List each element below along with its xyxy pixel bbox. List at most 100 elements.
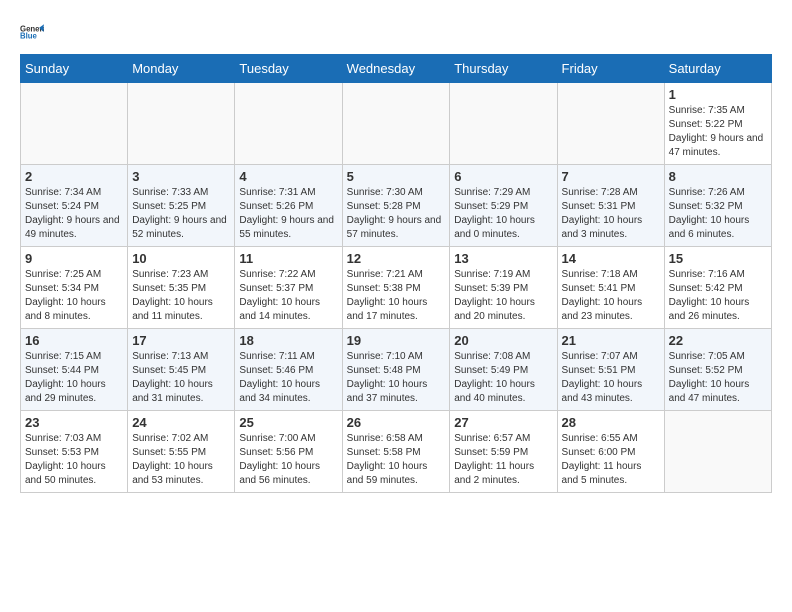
day-info: Sunrise: 7:23 AM Sunset: 5:35 PM Dayligh… [132, 268, 230, 324]
day-info: Sunrise: 7:08 AM Sunset: 5:49 PM Dayligh… [454, 350, 552, 406]
day-number: 18 [239, 333, 337, 348]
day-cell: 19 Sunrise: 7:10 AM Sunset: 5:48 PM Dayli… [342, 329, 450, 411]
day-info: Sunrise: 7:11 AM Sunset: 5:46 PM Dayligh… [239, 350, 337, 406]
day-cell: 16 Sunrise: 7:15 AM Sunset: 5:44 PM Dayli… [21, 329, 128, 411]
svg-text:Blue: Blue [20, 32, 38, 41]
day-cell: 5 Sunrise: 7:30 AM Sunset: 5:28 PM Daylig… [342, 165, 450, 247]
day-number: 26 [347, 415, 446, 430]
day-cell: 8 Sunrise: 7:26 AM Sunset: 5:32 PM Daylig… [664, 165, 771, 247]
day-info: Sunrise: 6:58 AM Sunset: 5:58 PM Dayligh… [347, 432, 446, 488]
calendar: SundayMondayTuesdayWednesdayThursdayFrid… [20, 54, 772, 493]
day-cell [450, 83, 557, 165]
day-number: 13 [454, 251, 552, 266]
day-info: Sunrise: 7:33 AM Sunset: 5:25 PM Dayligh… [132, 186, 230, 242]
day-info: Sunrise: 7:34 AM Sunset: 5:24 PM Dayligh… [25, 186, 123, 242]
day-cell: 3 Sunrise: 7:33 AM Sunset: 5:25 PM Daylig… [128, 165, 235, 247]
day-number: 6 [454, 169, 552, 184]
day-cell: 21 Sunrise: 7:07 AM Sunset: 5:51 PM Dayli… [557, 329, 664, 411]
day-number: 1 [669, 87, 767, 102]
day-info: Sunrise: 7:26 AM Sunset: 5:32 PM Dayligh… [669, 186, 767, 242]
day-info: Sunrise: 7:29 AM Sunset: 5:29 PM Dayligh… [454, 186, 552, 242]
day-cell: 9 Sunrise: 7:25 AM Sunset: 5:34 PM Daylig… [21, 247, 128, 329]
day-cell: 18 Sunrise: 7:11 AM Sunset: 5:46 PM Dayli… [235, 329, 342, 411]
day-cell: 28Sunrise: 6:55 AM Sunset: 6:00 PM Dayli… [557, 411, 664, 493]
day-info: Sunrise: 6:57 AM Sunset: 5:59 PM Dayligh… [454, 432, 552, 488]
day-cell: 27 Sunrise: 6:57 AM Sunset: 5:59 PM Dayli… [450, 411, 557, 493]
day-number: 3 [132, 169, 230, 184]
week-row-4: 16 Sunrise: 7:15 AM Sunset: 5:44 PM Dayli… [21, 329, 772, 411]
day-info: Sunrise: 6:55 AM Sunset: 6:00 PM Dayligh… [562, 432, 660, 488]
day-header-sunday: Sunday [21, 55, 128, 83]
day-number: 27 [454, 415, 552, 430]
day-number: 8 [669, 169, 767, 184]
week-row-1: 1 Sunrise: 7:35 AM Sunset: 5:22 PM Daylig… [21, 83, 772, 165]
day-number: 25 [239, 415, 337, 430]
day-cell: 14 Sunrise: 7:18 AM Sunset: 5:41 PM Dayli… [557, 247, 664, 329]
day-cell: 13Sunrise: 7:19 AM Sunset: 5:39 PM Dayli… [450, 247, 557, 329]
day-info: Sunrise: 7:02 AM Sunset: 5:55 PM Dayligh… [132, 432, 230, 488]
day-cell [235, 83, 342, 165]
day-cell: 4 Sunrise: 7:31 AM Sunset: 5:26 PM Daylig… [235, 165, 342, 247]
week-row-2: 2 Sunrise: 7:34 AM Sunset: 5:24 PM Daylig… [21, 165, 772, 247]
day-cell: 20 Sunrise: 7:08 AM Sunset: 5:49 PM Dayli… [450, 329, 557, 411]
logo: General Blue [20, 20, 44, 44]
day-number: 14 [562, 251, 660, 266]
day-number: 7 [562, 169, 660, 184]
day-info: Sunrise: 7:07 AM Sunset: 5:51 PM Dayligh… [562, 350, 660, 406]
day-info: Sunrise: 7:10 AM Sunset: 5:48 PM Dayligh… [347, 350, 446, 406]
day-info: Sunrise: 7:30 AM Sunset: 5:28 PM Dayligh… [347, 186, 446, 242]
day-info: Sunrise: 7:22 AM Sunset: 5:37 PM Dayligh… [239, 268, 337, 324]
day-number: 15 [669, 251, 767, 266]
day-number: 24 [132, 415, 230, 430]
day-cell: 1 Sunrise: 7:35 AM Sunset: 5:22 PM Daylig… [664, 83, 771, 165]
day-cell [664, 411, 771, 493]
day-number: 21 [562, 333, 660, 348]
day-header-tuesday: Tuesday [235, 55, 342, 83]
day-cell: 24 Sunrise: 7:02 AM Sunset: 5:55 PM Dayli… [128, 411, 235, 493]
day-header-thursday: Thursday [450, 55, 557, 83]
day-info: Sunrise: 7:25 AM Sunset: 5:34 PM Dayligh… [25, 268, 123, 324]
day-cell: 15Sunrise: 7:16 AM Sunset: 5:42 PM Dayli… [664, 247, 771, 329]
day-header-monday: Monday [128, 55, 235, 83]
day-info: Sunrise: 7:21 AM Sunset: 5:38 PM Dayligh… [347, 268, 446, 324]
day-info: Sunrise: 7:05 AM Sunset: 5:52 PM Dayligh… [669, 350, 767, 406]
day-cell: 12 Sunrise: 7:21 AM Sunset: 5:38 PM Dayli… [342, 247, 450, 329]
day-number: 4 [239, 169, 337, 184]
week-row-3: 9 Sunrise: 7:25 AM Sunset: 5:34 PM Daylig… [21, 247, 772, 329]
day-number: 12 [347, 251, 446, 266]
day-info: Sunrise: 7:28 AM Sunset: 5:31 PM Dayligh… [562, 186, 660, 242]
logo-icon: General Blue [20, 20, 44, 44]
day-info: Sunrise: 7:18 AM Sunset: 5:41 PM Dayligh… [562, 268, 660, 324]
day-cell [557, 83, 664, 165]
day-info: Sunrise: 7:35 AM Sunset: 5:22 PM Dayligh… [669, 104, 767, 160]
day-info: Sunrise: 7:00 AM Sunset: 5:56 PM Dayligh… [239, 432, 337, 488]
day-cell [21, 83, 128, 165]
day-number: 10 [132, 251, 230, 266]
day-header-wednesday: Wednesday [342, 55, 450, 83]
day-number: 22 [669, 333, 767, 348]
day-number: 23 [25, 415, 123, 430]
day-cell: 17 Sunrise: 7:13 AM Sunset: 5:45 PM Dayli… [128, 329, 235, 411]
day-cell: 23Sunrise: 7:03 AM Sunset: 5:53 PM Dayli… [21, 411, 128, 493]
week-row-5: 23Sunrise: 7:03 AM Sunset: 5:53 PM Dayli… [21, 411, 772, 493]
day-header-friday: Friday [557, 55, 664, 83]
day-number: 20 [454, 333, 552, 348]
day-cell: 11Sunrise: 7:22 AM Sunset: 5:37 PM Dayli… [235, 247, 342, 329]
day-number: 2 [25, 169, 123, 184]
day-cell: 10 Sunrise: 7:23 AM Sunset: 5:35 PM Dayli… [128, 247, 235, 329]
day-cell: 2 Sunrise: 7:34 AM Sunset: 5:24 PM Daylig… [21, 165, 128, 247]
day-cell [128, 83, 235, 165]
day-info: Sunrise: 7:31 AM Sunset: 5:26 PM Dayligh… [239, 186, 337, 242]
day-cell: 22 Sunrise: 7:05 AM Sunset: 5:52 PM Dayli… [664, 329, 771, 411]
day-number: 17 [132, 333, 230, 348]
day-cell [342, 83, 450, 165]
header: General Blue [20, 20, 772, 44]
day-cell: 25 Sunrise: 7:00 AM Sunset: 5:56 PM Dayli… [235, 411, 342, 493]
day-info: Sunrise: 7:13 AM Sunset: 5:45 PM Dayligh… [132, 350, 230, 406]
day-info: Sunrise: 7:15 AM Sunset: 5:44 PM Dayligh… [25, 350, 123, 406]
day-cell: 6 Sunrise: 7:29 AM Sunset: 5:29 PM Daylig… [450, 165, 557, 247]
day-number: 9 [25, 251, 123, 266]
day-number: 16 [25, 333, 123, 348]
day-number: 5 [347, 169, 446, 184]
day-number: 19 [347, 333, 446, 348]
